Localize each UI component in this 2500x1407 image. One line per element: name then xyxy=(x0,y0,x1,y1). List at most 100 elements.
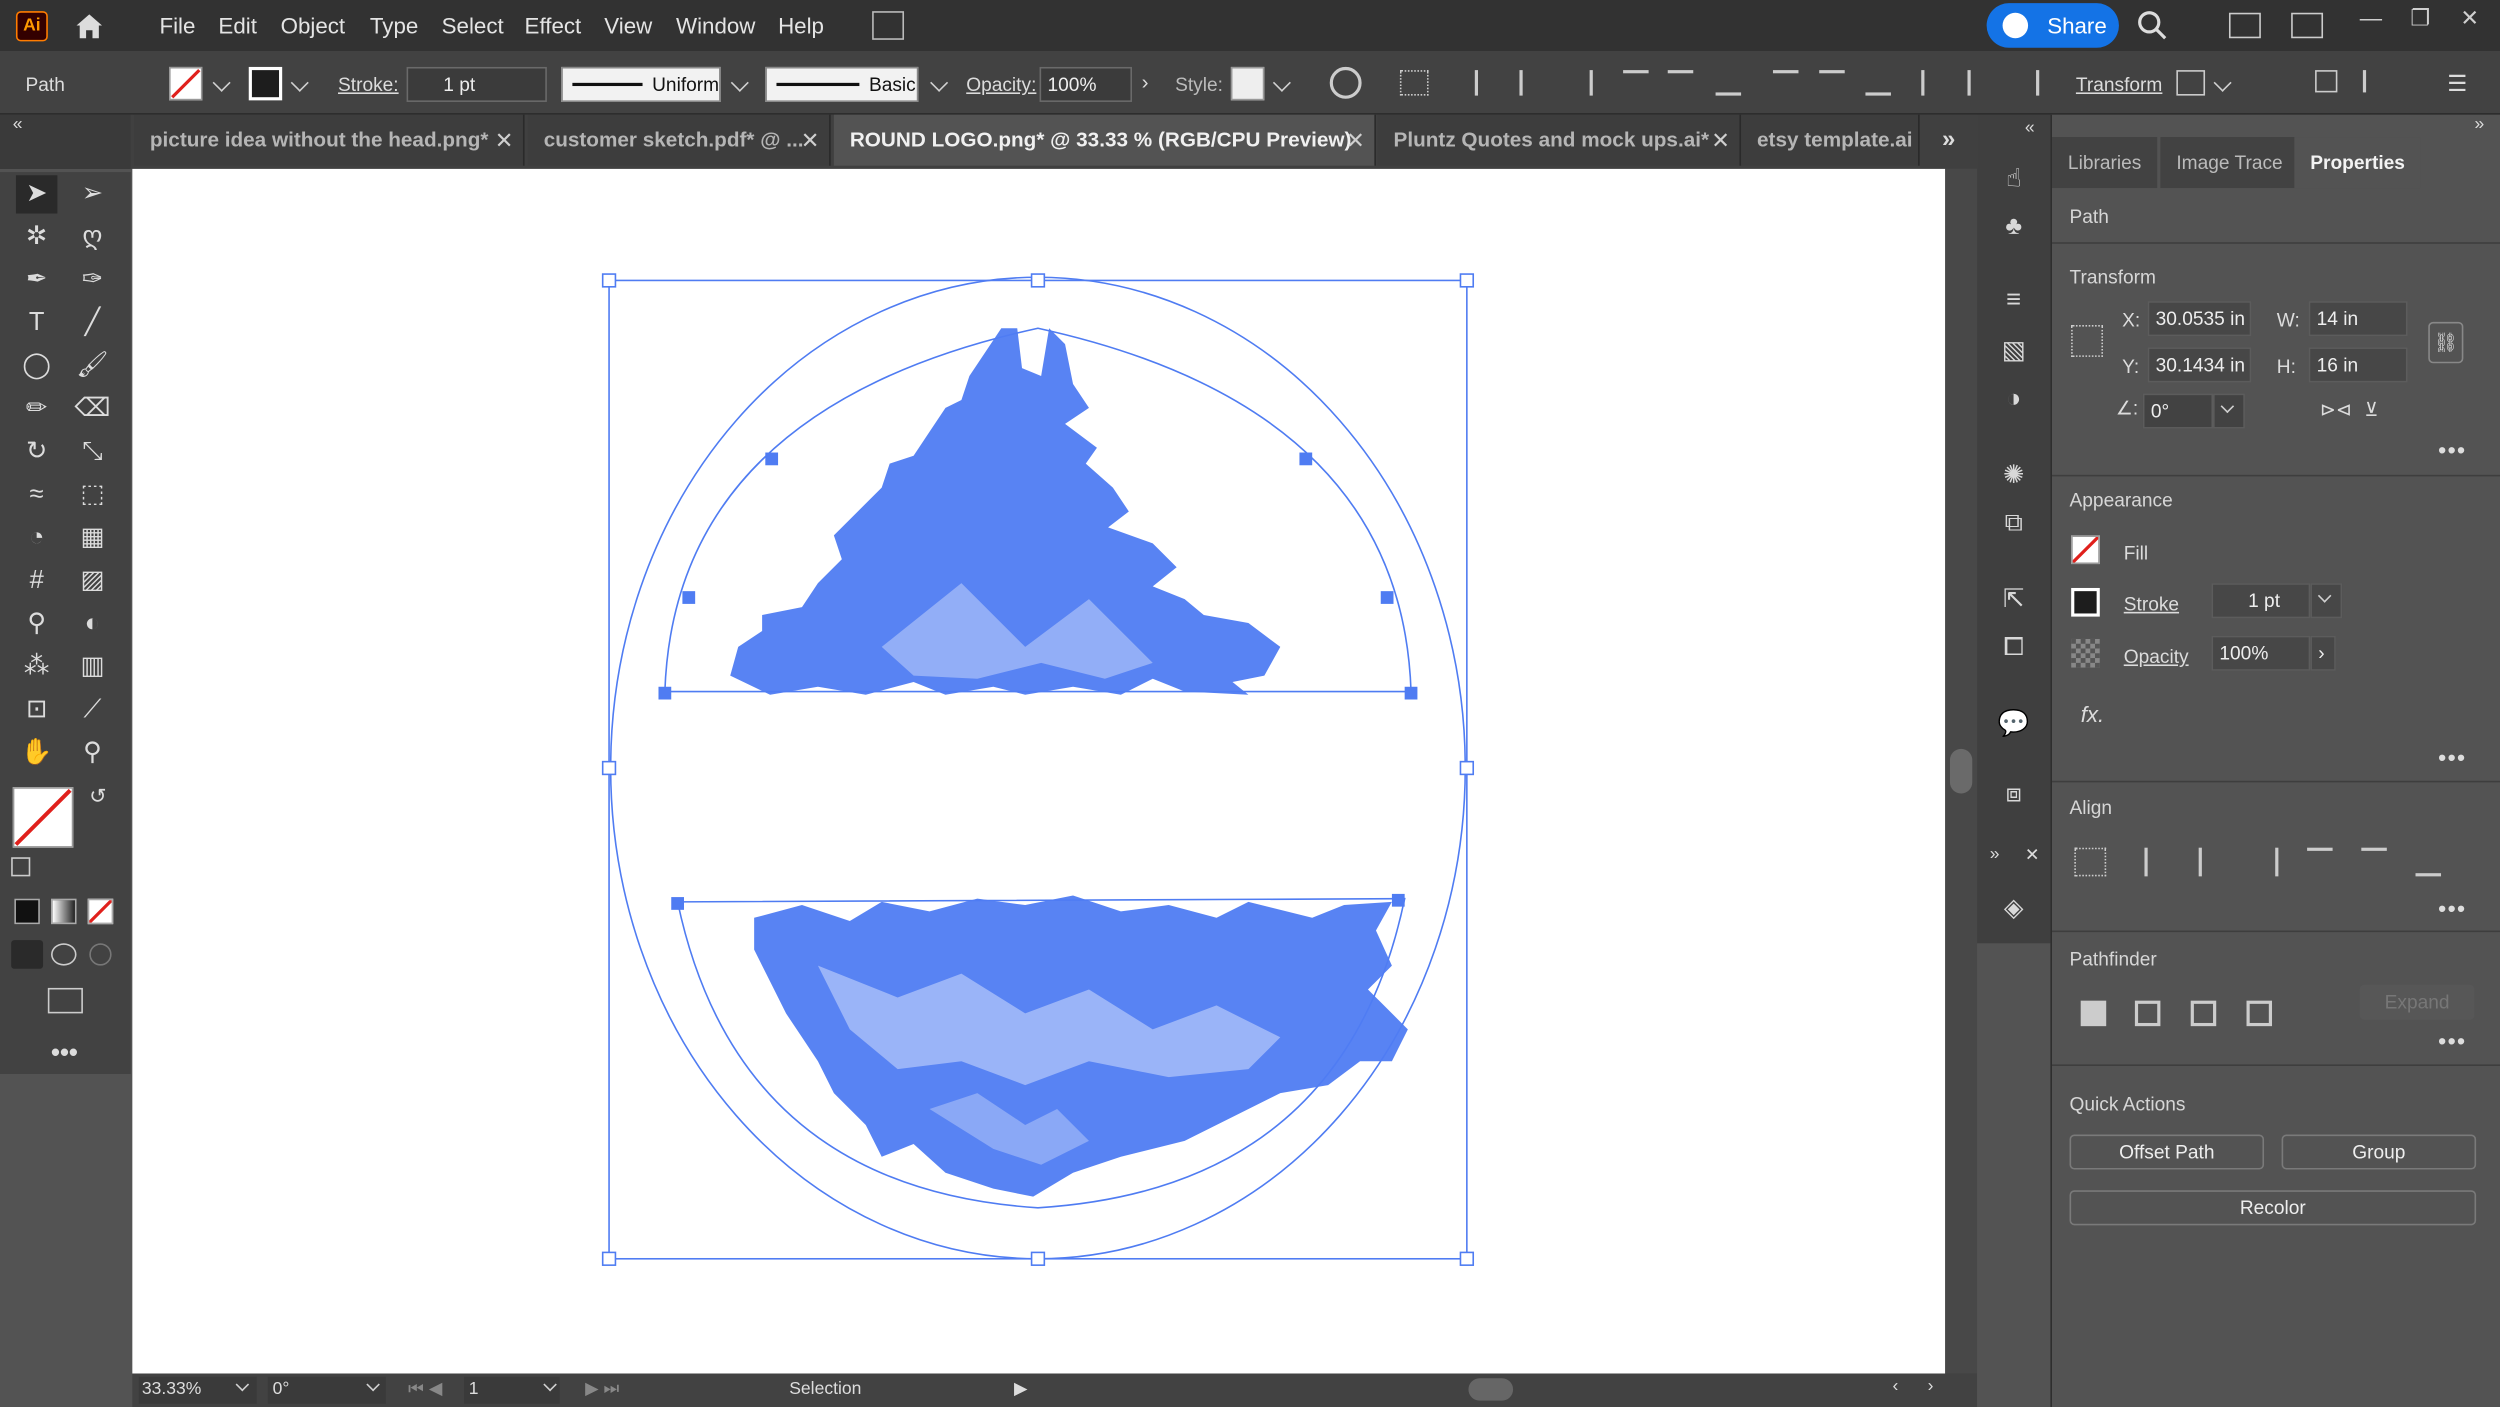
panel-align-right-icon[interactable] xyxy=(2253,847,2279,877)
eyedropper-tool-icon[interactable]: ⚲ xyxy=(16,605,57,643)
menu-edit[interactable]: Edit xyxy=(218,13,256,38)
last-artboard-icon[interactable]: ▶ ⏭ xyxy=(585,1378,619,1400)
artboard-tool-icon[interactable]: ⊡ xyxy=(16,692,57,730)
distribute-center-icon[interactable] xyxy=(1819,70,1845,95)
shape-builder-tool-icon[interactable]: ◔ xyxy=(16,519,57,557)
search-icon[interactable] xyxy=(2136,10,2168,42)
scroll-right-icon[interactable]: › xyxy=(1928,1377,1934,1396)
style-dropdown-icon[interactable] xyxy=(1272,73,1291,92)
free-transform-tool-icon[interactable]: ⬚ xyxy=(72,476,113,514)
close-tab-icon[interactable]: ✕ xyxy=(801,115,820,166)
flip-horizontal-icon[interactable]: ⊳⊲ xyxy=(2320,398,2352,420)
distribute-right-icon[interactable] xyxy=(2014,70,2040,96)
align-center-h-icon[interactable] xyxy=(1519,70,1545,96)
recolor-button[interactable]: Recolor xyxy=(2069,1190,2477,1226)
align-more-icon[interactable]: ••• xyxy=(2438,895,2466,920)
control-bar-menu-icon[interactable]: ☰ xyxy=(2447,70,2467,97)
profile-dropdown-icon[interactable] xyxy=(730,73,749,92)
fill-dropdown-icon[interactable] xyxy=(212,73,231,92)
draw-behind-icon[interactable] xyxy=(51,943,77,966)
stroke-weight-panel-field[interactable]: 1 pt xyxy=(2211,583,2311,619)
menu-view[interactable]: View xyxy=(604,13,652,38)
panel-align-center-icon[interactable] xyxy=(2198,847,2225,877)
symbol-sprayer-tool-icon[interactable]: ⁂ xyxy=(16,649,57,687)
stroke-label[interactable]: Stroke: xyxy=(338,73,399,95)
group-button[interactable]: Group xyxy=(2281,1134,2477,1170)
magic-wand-tool-icon[interactable]: ✲ xyxy=(16,218,57,256)
opacity-label[interactable]: Opacity: xyxy=(966,73,1036,95)
opacity-arrow[interactable]: › xyxy=(2310,635,2336,671)
comments-icon[interactable]: 💬 xyxy=(1996,707,2031,739)
stroke-dropdown-icon[interactable] xyxy=(290,73,309,92)
pen-tool-icon[interactable]: ✒ xyxy=(16,261,57,299)
reference-point-icon[interactable] xyxy=(2071,325,2104,357)
first-artboard-icon[interactable]: ⏮ ◀ xyxy=(408,1378,442,1400)
appearance-more-icon[interactable]: ••• xyxy=(2438,744,2466,769)
exclude-icon[interactable] xyxy=(2246,1000,2273,1027)
rotate-field[interactable]: 0° xyxy=(2142,393,2214,429)
distribute-hcenter-icon[interactable] xyxy=(1967,70,1993,96)
tab-customer-sketch[interactable]: customer sketch.pdf* @ ... ✕ xyxy=(527,114,831,166)
align-center-v-icon[interactable] xyxy=(1667,70,1694,95)
opacity-arrow-icon[interactable]: › xyxy=(1142,70,1149,94)
intersect-icon[interactable] xyxy=(2190,1000,2217,1027)
lasso-tool-icon[interactable]: ღ xyxy=(72,218,113,256)
unite-icon[interactable] xyxy=(2080,1000,2107,1027)
height-field[interactable]: 16 in xyxy=(2308,347,2408,383)
screen-mode-icon[interactable] xyxy=(47,987,83,1014)
tab-image-trace[interactable]: Image Trace xyxy=(2160,137,2299,189)
more-tabs-icon[interactable]: » xyxy=(1942,126,1955,153)
transform-link[interactable]: Transform xyxy=(2076,73,2162,95)
expand-panels-icon[interactable]: » xyxy=(1990,845,2000,864)
type-tool-icon[interactable]: T xyxy=(16,304,57,342)
perspective-grid-tool-icon[interactable]: ▦ xyxy=(72,519,113,557)
brush-definition[interactable]: Basic xyxy=(765,66,919,102)
close-tab-icon[interactable]: ✕ xyxy=(495,115,514,166)
fill-color-box[interactable] xyxy=(12,787,74,848)
curvature-tool-icon[interactable]: ✑ xyxy=(72,261,113,299)
minimize-icon[interactable]: — xyxy=(2353,5,2388,37)
align-to-icon[interactable] xyxy=(1399,70,1429,96)
width-field[interactable]: 14 in xyxy=(2308,301,2408,337)
rotate-tool-icon[interactable]: ↻ xyxy=(16,433,57,471)
opacity-field[interactable]: 100% xyxy=(1039,66,1133,102)
share-button[interactable]: Share xyxy=(1986,3,2119,48)
appearance-panel-icon[interactable]: ✺ xyxy=(1996,459,2031,491)
isolate-icon[interactable] xyxy=(2176,70,2206,96)
menu-window[interactable]: Window xyxy=(676,13,755,38)
line-tool-icon[interactable]: ╱ xyxy=(72,304,113,342)
tab-picture-idea[interactable]: picture idea without the head.png* ✕ xyxy=(133,114,525,166)
recolor-artwork-icon[interactable] xyxy=(1329,66,1362,99)
artwork[interactable] xyxy=(132,169,1945,1374)
default-colors-icon[interactable] xyxy=(11,857,31,877)
offset-path-button[interactable]: Offset Path xyxy=(2069,1134,2265,1170)
transparency-icon[interactable]: ◑ xyxy=(1996,386,2031,418)
width-tool-icon[interactable]: ≈ xyxy=(16,476,57,514)
fill-swatch[interactable] xyxy=(169,66,203,101)
pathfinder-more-icon[interactable]: ••• xyxy=(2438,1028,2466,1053)
appearance-fill-swatch[interactable] xyxy=(2071,535,2100,565)
stroke-label-link[interactable]: Stroke xyxy=(2124,593,2179,615)
mesh-tool-icon[interactable]: # xyxy=(16,562,57,600)
hand-tool-icon[interactable]: ✋ xyxy=(16,735,57,773)
variable-width-profile[interactable]: Uniform xyxy=(561,66,721,102)
color-mode-icon[interactable] xyxy=(14,898,40,925)
blend-tool-icon[interactable]: ◐ xyxy=(72,605,113,643)
scroll-thumb[interactable] xyxy=(1949,748,1973,794)
menu-effect[interactable]: Effect xyxy=(525,13,582,38)
brush-dropdown-icon[interactable] xyxy=(930,73,949,92)
arrange-documents-icon[interactable] xyxy=(872,11,905,40)
distribute-left-icon[interactable] xyxy=(1921,70,1947,96)
eraser-tool-icon[interactable]: ⌫ xyxy=(72,390,113,428)
minus-front-icon[interactable] xyxy=(2134,1000,2161,1027)
selection-tool-icon[interactable]: ➤ xyxy=(15,175,58,214)
stroke-swatch[interactable] xyxy=(248,66,283,101)
expand-button[interactable]: Expand xyxy=(2359,984,2475,1020)
rotate-dropdown[interactable] xyxy=(2213,393,2245,429)
layers-icon[interactable]: ◈ xyxy=(1996,892,2031,924)
slice-tool-icon[interactable]: ⟋ xyxy=(72,692,113,730)
appearance-stroke-swatch[interactable] xyxy=(2071,587,2100,617)
ellipse-tool-icon[interactable]: ◯ xyxy=(16,347,57,385)
menu-help[interactable]: Help xyxy=(778,13,824,38)
close-panels-icon[interactable]: ✕ xyxy=(2025,845,2040,865)
